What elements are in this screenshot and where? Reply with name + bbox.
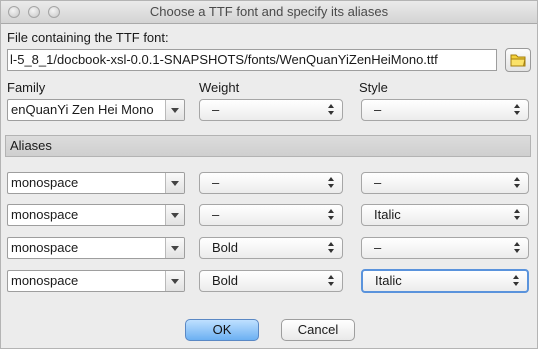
- window-title: Choose a TTF font and specify its aliase…: [149, 4, 389, 19]
- alias-family-dropdown-arrow[interactable]: [165, 271, 184, 291]
- alias-family-value: monospace: [11, 175, 79, 190]
- close-window-button[interactable]: [8, 6, 20, 18]
- updown-arrows-icon: [514, 176, 522, 190]
- font-family-value: enQuanYi Zen Hei Mono: [11, 102, 154, 117]
- font-family-combo[interactable]: enQuanYi Zen Hei Mono: [7, 99, 185, 121]
- alias-family-combo[interactable]: monospace: [7, 172, 185, 194]
- updown-arrows-icon: [328, 274, 336, 288]
- updown-arrows-icon: [328, 208, 336, 222]
- alias-style-value: –: [374, 175, 382, 190]
- alias-style-select[interactable]: –: [361, 172, 529, 194]
- updown-arrows-icon: [328, 103, 336, 117]
- alias-weight-value: –: [212, 175, 220, 190]
- alias-weight-select[interactable]: Bold: [199, 270, 343, 292]
- updown-arrows-icon: [514, 103, 522, 117]
- chevron-down-icon: [171, 181, 179, 186]
- updown-arrows-icon: [514, 241, 522, 255]
- chevron-down-icon: [171, 246, 179, 251]
- file-path-field[interactable]: l-5_8_1/docbook-xsl-0.0.1-SNAPSHOTS/font…: [7, 49, 497, 71]
- font-family-dropdown-arrow[interactable]: [165, 100, 184, 120]
- folder-icon: [510, 54, 526, 67]
- alias-style-select[interactable]: Italic: [361, 204, 529, 226]
- updown-arrows-icon: [513, 274, 521, 288]
- alias-style-value: Italic: [375, 273, 402, 288]
- alias-family-dropdown-arrow[interactable]: [165, 238, 184, 258]
- alias-style-value: –: [374, 240, 382, 255]
- alias-weight-value: Bold: [212, 273, 239, 288]
- alias-family-value: monospace: [11, 207, 79, 222]
- browse-folder-button[interactable]: [505, 48, 531, 72]
- family-column-label: Family: [7, 80, 46, 95]
- font-style-value: –: [374, 102, 382, 117]
- title-bar: Choose a TTF font and specify its aliase…: [1, 1, 537, 24]
- zoom-window-button[interactable]: [48, 6, 60, 18]
- alias-family-combo[interactable]: monospace: [7, 270, 185, 292]
- alias-style-select[interactable]: –: [361, 237, 529, 259]
- alias-weight-value: –: [212, 207, 220, 222]
- file-label: File containing the TTF font:: [7, 30, 169, 45]
- chevron-down-icon: [171, 108, 179, 113]
- updown-arrows-icon: [514, 208, 522, 222]
- alias-family-dropdown-arrow[interactable]: [165, 173, 184, 193]
- alias-weight-select[interactable]: –: [199, 204, 343, 226]
- alias-family-dropdown-arrow[interactable]: [165, 205, 184, 225]
- font-weight-select[interactable]: –: [199, 99, 343, 121]
- alias-family-combo[interactable]: monospace: [7, 237, 185, 259]
- updown-arrows-icon: [328, 176, 336, 190]
- chevron-down-icon: [171, 213, 179, 218]
- font-style-select[interactable]: –: [361, 99, 529, 121]
- cancel-button[interactable]: Cancel: [281, 319, 355, 341]
- alias-style-value: Italic: [374, 207, 401, 222]
- ok-button[interactable]: OK: [185, 319, 259, 341]
- minimize-window-button[interactable]: [28, 6, 40, 18]
- alias-family-value: monospace: [11, 240, 79, 255]
- alias-weight-select[interactable]: –: [199, 172, 343, 194]
- font-weight-value: –: [212, 102, 220, 117]
- alias-weight-value: Bold: [212, 240, 239, 255]
- alias-weight-select[interactable]: Bold: [199, 237, 343, 259]
- weight-column-label: Weight: [199, 80, 240, 95]
- alias-family-value: monospace: [11, 273, 79, 288]
- aliases-section-header: Aliases: [5, 135, 531, 157]
- updown-arrows-icon: [328, 241, 336, 255]
- alias-style-select[interactable]: Italic: [361, 269, 529, 293]
- alias-family-combo[interactable]: monospace: [7, 204, 185, 226]
- style-column-label: Style: [359, 80, 388, 95]
- aliases-label: Aliases: [10, 138, 52, 153]
- dialog-window: Choose a TTF font and specify its aliase…: [0, 0, 538, 349]
- chevron-down-icon: [171, 279, 179, 284]
